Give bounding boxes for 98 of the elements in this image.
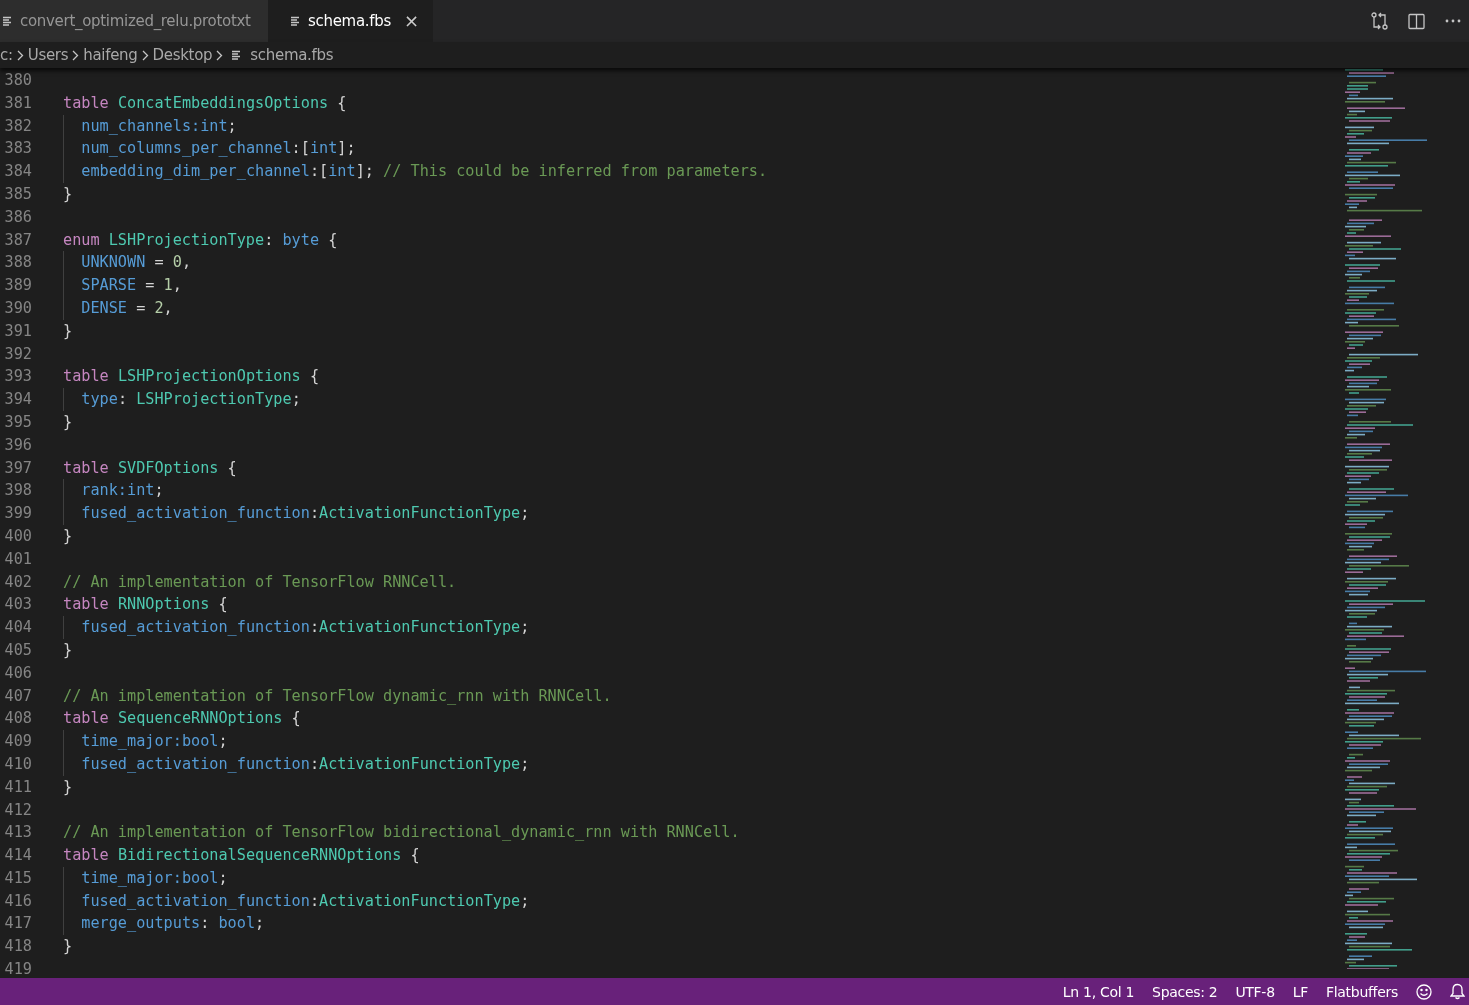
code-line: fused_activation_function:ActivationFunctionType; bbox=[81, 617, 530, 639]
code-line: table SVDFOptions { bbox=[63, 457, 237, 479]
line-number: 389 bbox=[4, 276, 32, 295]
file-lines-icon bbox=[2, 15, 13, 27]
line-number: 392 bbox=[4, 344, 32, 363]
line-number: 388 bbox=[4, 253, 32, 272]
line-number: 405 bbox=[4, 640, 32, 659]
line-number: 384 bbox=[4, 162, 32, 181]
bell-icon[interactable] bbox=[1450, 983, 1465, 1000]
line-number: 411 bbox=[4, 777, 32, 796]
breadcrumb-item[interactable]: Desktop bbox=[152, 46, 213, 64]
line-number: 400 bbox=[4, 526, 32, 545]
split-editor-icon[interactable] bbox=[1408, 12, 1425, 30]
line-number: 399 bbox=[4, 504, 32, 523]
line-number: 396 bbox=[4, 435, 32, 454]
code-line: table BidirectionalSequenceRNNOptions { bbox=[63, 845, 420, 867]
line-number: 415 bbox=[4, 868, 32, 887]
chevron-icon bbox=[141, 49, 149, 61]
code-line: UNKNOWN = 0, bbox=[81, 252, 192, 274]
code-line: } bbox=[63, 776, 73, 798]
line-number: 390 bbox=[4, 298, 32, 317]
status-item[interactable]: UTF-8 bbox=[1235, 983, 1275, 1000]
line-number: 418 bbox=[4, 937, 32, 956]
file-lines-icon bbox=[290, 15, 301, 27]
line-number: 397 bbox=[4, 458, 32, 477]
code-line: embedding_dim_per_channel:[int]; // This could be inferred from parameters. bbox=[81, 161, 768, 183]
line-number: 414 bbox=[4, 846, 32, 865]
breadcrumb-item[interactable]: c: bbox=[0, 46, 13, 64]
code-line: } bbox=[63, 525, 73, 547]
line-number: 381 bbox=[4, 93, 32, 112]
code-line: } bbox=[63, 320, 73, 342]
line-number: 410 bbox=[4, 754, 32, 773]
code-line: rank:int; bbox=[81, 480, 164, 502]
close-button[interactable]: × bbox=[402, 12, 422, 30]
code-line: fused_activation_function:ActivationFunctionType; bbox=[81, 753, 530, 775]
code-line: time_major:bool; bbox=[81, 867, 228, 889]
code-line: table ConcatEmbeddingsOptions { bbox=[63, 92, 347, 114]
compare-changes-icon[interactable] bbox=[1371, 12, 1388, 30]
code-line: // An implementation of TensorFlow dynamic_rnn with RNNCell. bbox=[63, 685, 612, 707]
status-item[interactable]: LF bbox=[1292, 983, 1308, 1000]
line-number: 403 bbox=[4, 595, 32, 614]
file-lines-icon bbox=[231, 49, 243, 61]
code-line: table LSHProjectionOptions { bbox=[63, 366, 320, 388]
code-line: fused_activation_function:ActivationFunctionType; bbox=[81, 503, 530, 525]
code-line: num_columns_per_channel:[int]; bbox=[81, 138, 356, 160]
line-number: 416 bbox=[4, 891, 32, 910]
line-number: 409 bbox=[4, 732, 32, 751]
code-line: time_major:bool; bbox=[81, 731, 228, 753]
line-number: 394 bbox=[4, 390, 32, 409]
code-line: table RNNOptions { bbox=[63, 594, 228, 616]
line-number: 393 bbox=[4, 367, 32, 386]
chevron-icon bbox=[216, 49, 224, 61]
chevron-icon bbox=[16, 49, 24, 61]
line-number: 380 bbox=[4, 71, 32, 89]
breadcrumb-item[interactable]: haifeng bbox=[83, 46, 138, 64]
line-number: 398 bbox=[4, 481, 32, 500]
code-line: type: LSHProjectionType; bbox=[81, 389, 301, 411]
line-number: 417 bbox=[4, 914, 32, 933]
line-number: 382 bbox=[4, 116, 32, 135]
chevron-icon bbox=[72, 49, 80, 61]
status-item[interactable]: Spaces: 2 bbox=[1152, 983, 1218, 1000]
code-line: // An implementation of TensorFlow RNNCell. bbox=[63, 571, 457, 593]
more-actions-icon[interactable] bbox=[1445, 19, 1461, 23]
line-number: 412 bbox=[4, 800, 32, 819]
line-number: 419 bbox=[4, 960, 32, 978]
line-number: 401 bbox=[4, 549, 32, 568]
line-number: 402 bbox=[4, 572, 32, 591]
code-line: } bbox=[63, 184, 73, 205]
code-line: table SequenceRNNOptions { bbox=[63, 708, 301, 730]
line-number: 386 bbox=[4, 207, 32, 226]
status-item[interactable]: Ln 1, Col 1 bbox=[1062, 983, 1135, 1000]
code-line: } bbox=[63, 639, 73, 661]
editor-tab[interactable]: schema.fbs × bbox=[268, 0, 434, 42]
code-line: } bbox=[63, 936, 73, 958]
line-number: 395 bbox=[4, 412, 32, 431]
line-number: 387 bbox=[4, 230, 32, 249]
code-line: } bbox=[63, 411, 73, 433]
line-number: 407 bbox=[4, 686, 32, 705]
line-number: 383 bbox=[4, 139, 32, 158]
line-number: 408 bbox=[4, 709, 32, 728]
code-line: merge_outputs: bool; bbox=[81, 913, 265, 935]
line-number: 385 bbox=[4, 185, 32, 203]
smiley-icon[interactable] bbox=[1416, 983, 1432, 1000]
status-item[interactable]: Flatbuffers bbox=[1326, 983, 1398, 1000]
line-number: 391 bbox=[4, 321, 32, 340]
editor-tab[interactable]: convert_optimized_relu.prototxt bbox=[0, 0, 268, 42]
breadcrumb-file[interactable]: schema.fbs bbox=[231, 46, 334, 64]
code-line: num_channels:int; bbox=[81, 115, 237, 137]
code-line: enum LSHProjectionType: byte { bbox=[63, 229, 338, 251]
breadcrumb-label: schema.fbs bbox=[250, 46, 334, 64]
code-line: DENSE = 2, bbox=[81, 297, 173, 319]
line-number: 413 bbox=[4, 823, 32, 842]
line-number: 404 bbox=[4, 618, 32, 637]
code-line: SPARSE = 1, bbox=[81, 275, 182, 297]
breadcrumb-item[interactable]: Users bbox=[27, 46, 69, 64]
code-line: fused_activation_function:ActivationFunctionType; bbox=[81, 890, 530, 912]
line-number: 406 bbox=[4, 663, 32, 682]
code-line: // An implementation of TensorFlow bidirectional_dynamic_rnn with RNNCell. bbox=[63, 822, 740, 844]
